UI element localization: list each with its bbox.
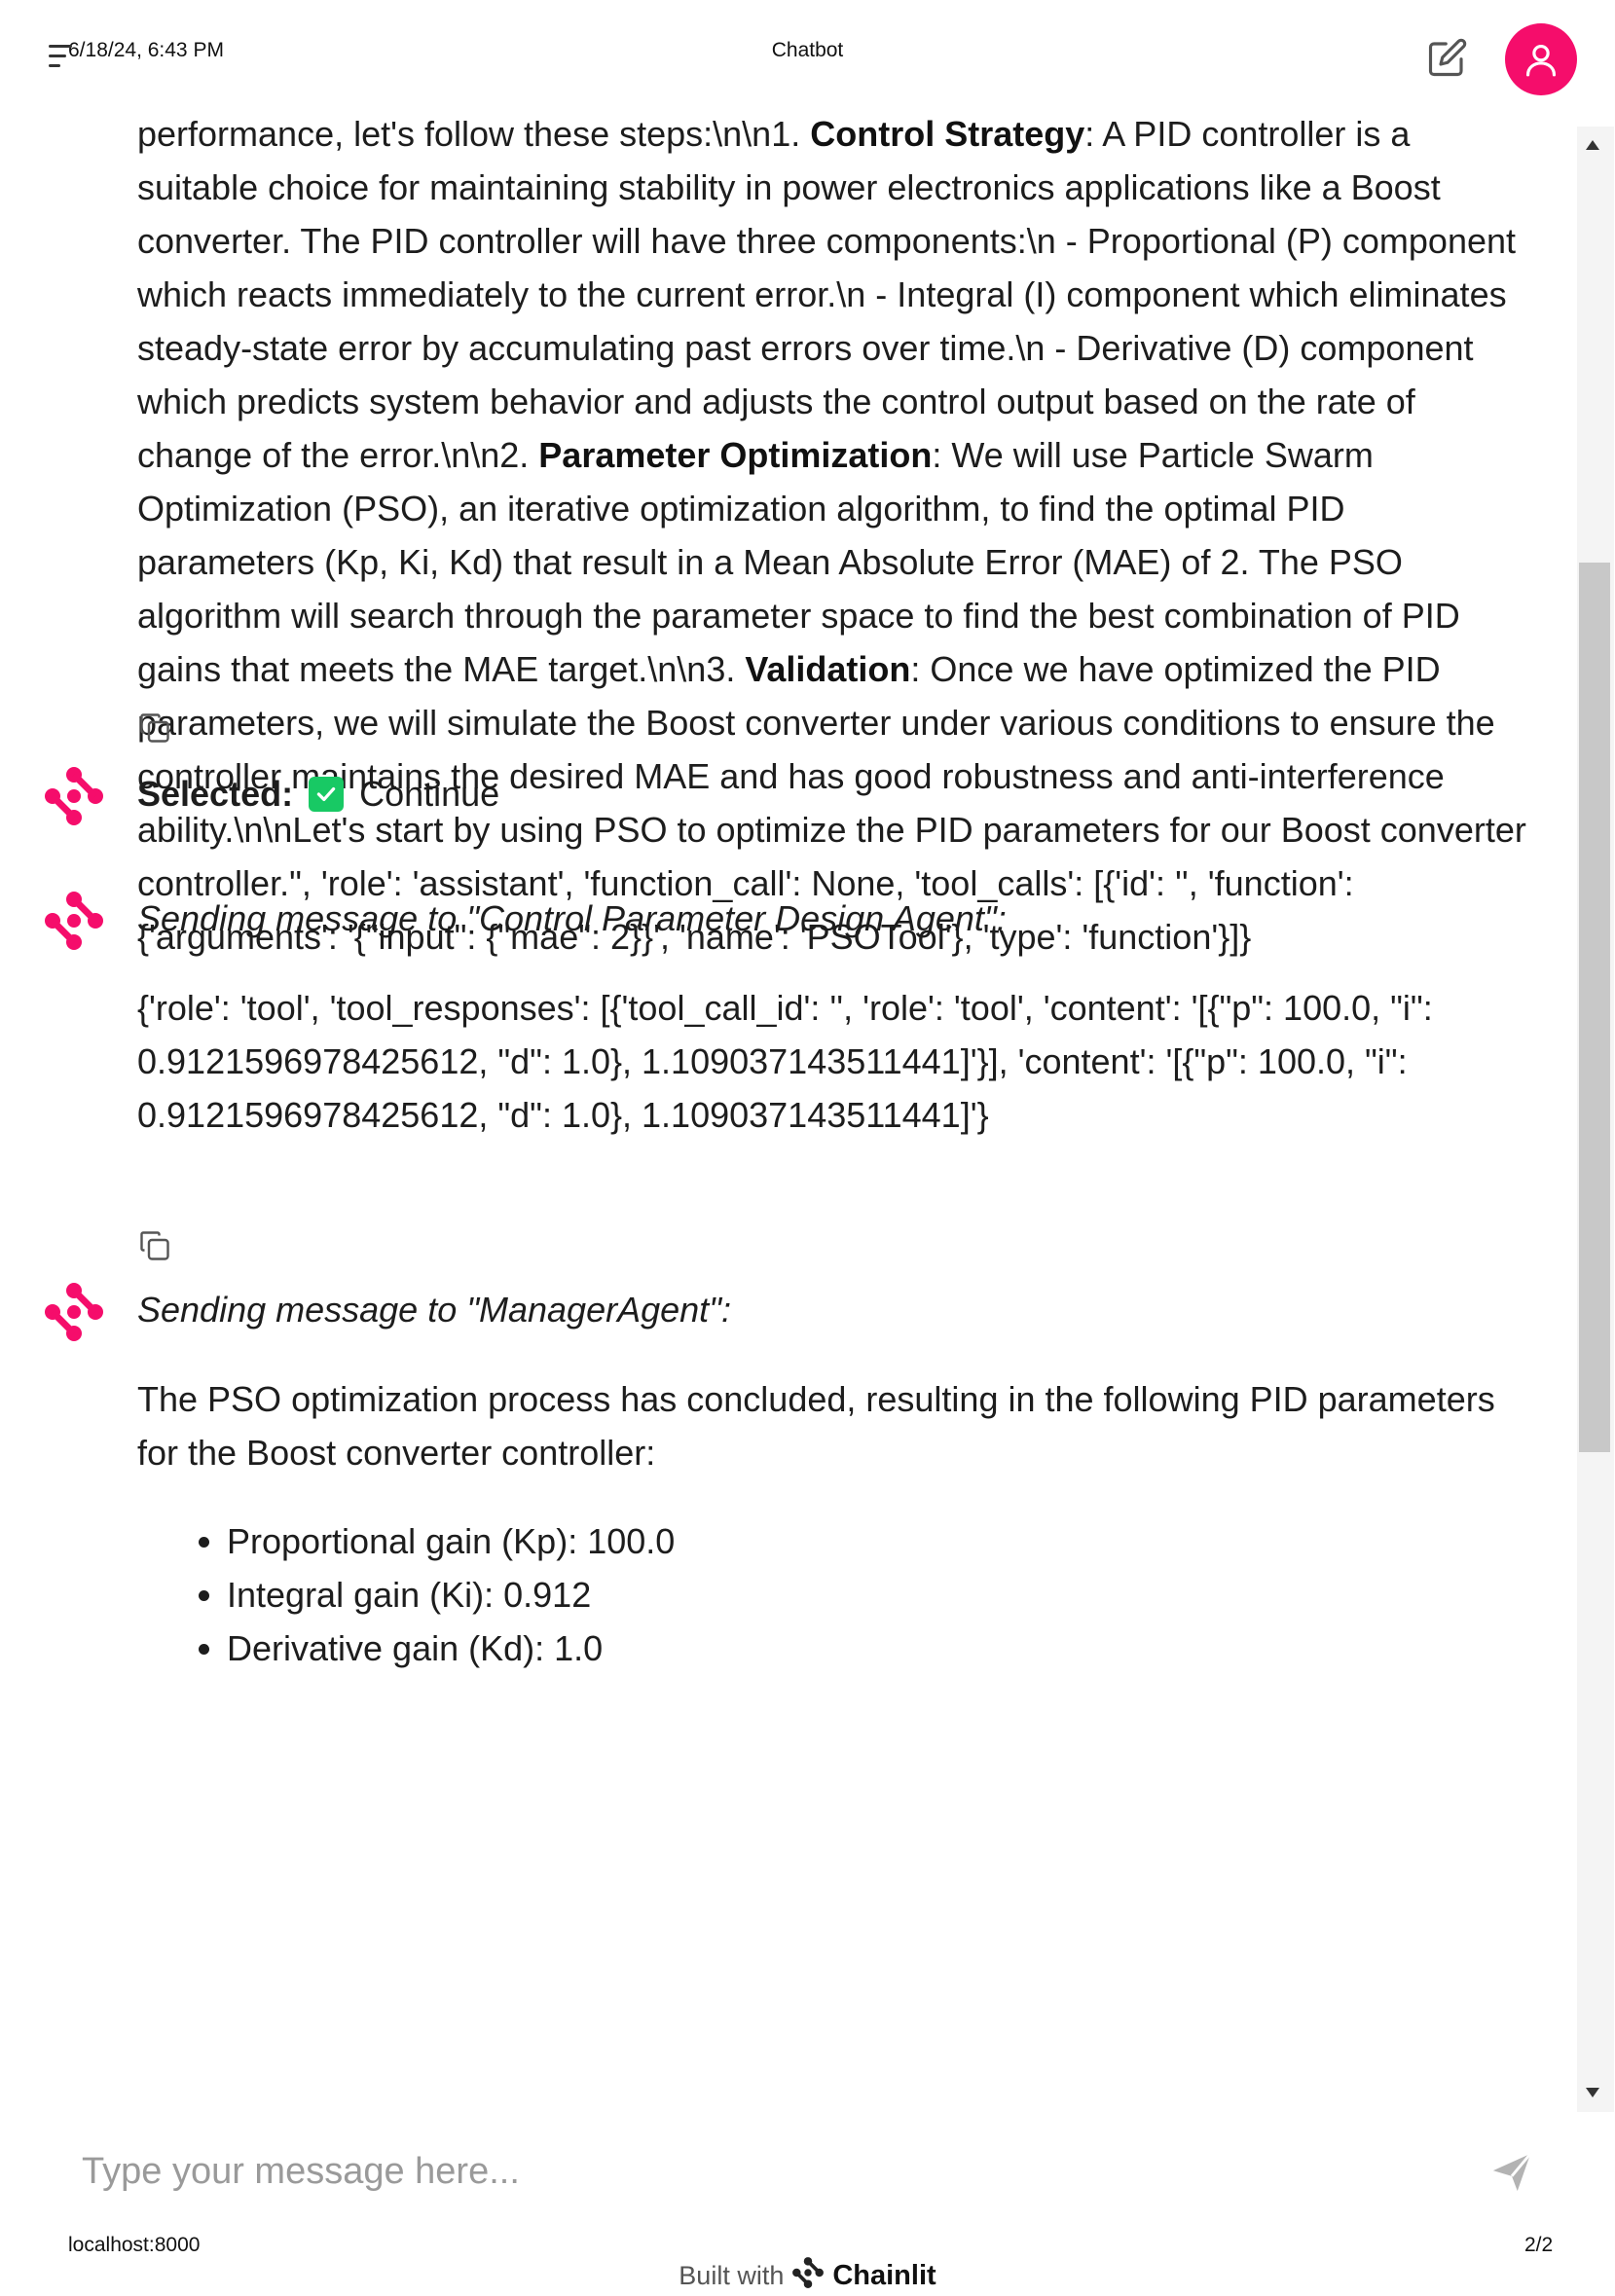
message-heading: Sending message to "Control Parameter De… (137, 898, 1007, 938)
checkbox-checked-icon (309, 776, 345, 812)
copy-icon[interactable] (137, 1228, 174, 1265)
user-avatar-icon[interactable] (1505, 23, 1577, 95)
print-page-number: 2/2 (1524, 2234, 1554, 2256)
chainlit-logo-icon (43, 890, 105, 952)
message-body: The PSO optimization process has conclud… (137, 1379, 1495, 1473)
bold-parameter-optimization: Parameter Optimization (538, 435, 933, 475)
bold-validation: Validation (745, 649, 911, 689)
copy-icon[interactable] (137, 711, 174, 747)
pid-parameter-list: Proportional gain (Kp): 100.0 Integral g… (137, 1514, 1529, 1675)
message-input[interactable] (49, 2127, 1505, 2216)
message-heading: Sending message to "ManagerAgent": (137, 1290, 731, 1330)
bold-control-strategy: Control Strategy (810, 114, 1085, 154)
assistant-message-tail: performance, let's follow these steps:\n… (137, 107, 1529, 964)
edit-icon[interactable] (1427, 37, 1468, 78)
chainlit-brand: Chainlit (832, 2260, 936, 2291)
message-composer (49, 2127, 1567, 2216)
built-with-prefix: Built with (679, 2261, 785, 2290)
print-header: 6/18/24, 6:43 PM Chatbot (0, 39, 1615, 68)
scrollbar-thumb[interactable] (1579, 563, 1610, 1452)
scroll-down-arrow-icon[interactable] (1586, 2088, 1599, 2097)
menu-icon[interactable] (49, 45, 72, 72)
message-body: {'role': 'tool', 'tool_responses': [{'to… (137, 988, 1433, 1135)
chainlit-logo-icon (43, 765, 105, 827)
page-title: Chatbot (771, 39, 844, 61)
chat-scroll-area: performance, let's follow these steps:\n… (0, 97, 1577, 2112)
message-text: performance, let's follow these steps:\n… (137, 114, 1526, 957)
scroll-up-arrow-icon[interactable] (1586, 140, 1599, 150)
built-with-chainlit[interactable]: Built with Chainlit (0, 2256, 1615, 2296)
send-icon[interactable] (1489, 2150, 1534, 2195)
list-item: Proportional gain (Kp): 100.0 (227, 1514, 1529, 1568)
list-item: Derivative gain (Kd): 1.0 (227, 1622, 1529, 1675)
chainlit-logo-icon (43, 1281, 105, 1343)
selected-label: Selected: (137, 774, 294, 814)
print-url: localhost:8000 (68, 2234, 201, 2256)
list-item: Integral gain (Ki): 0.912 (227, 1568, 1529, 1622)
chainlit-logo-icon (791, 2256, 825, 2296)
selected-choice: Continue (359, 774, 500, 814)
